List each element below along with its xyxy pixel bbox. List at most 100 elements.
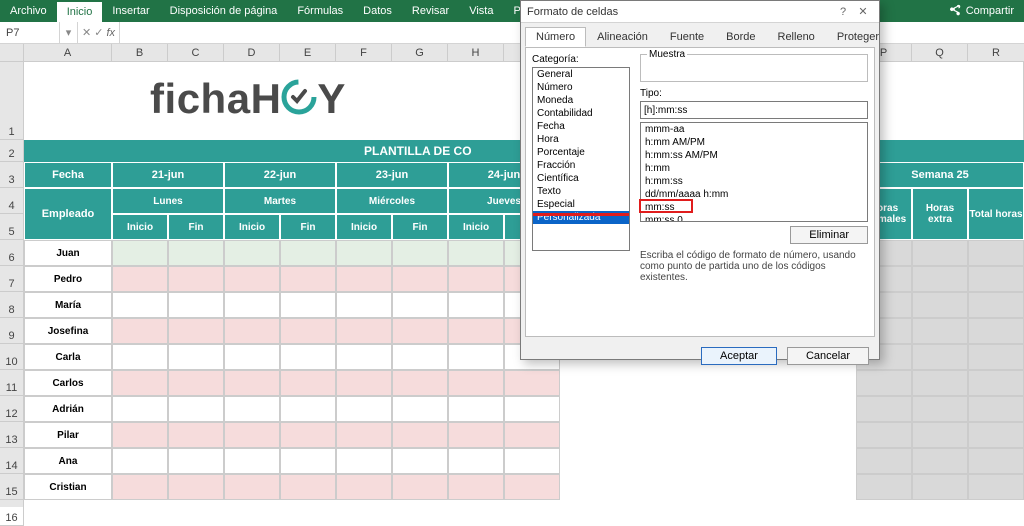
time-cell[interactable]: [448, 266, 504, 292]
time-cell[interactable]: [280, 318, 336, 344]
col-F[interactable]: F: [336, 44, 392, 61]
time-cell[interactable]: [336, 240, 392, 266]
type-item[interactable]: mmm-aa: [641, 123, 867, 136]
time-cell[interactable]: [392, 318, 448, 344]
col-D[interactable]: D: [224, 44, 280, 61]
time-cell[interactable]: [448, 396, 504, 422]
horas-extra-cell[interactable]: [912, 266, 968, 292]
time-cell[interactable]: [112, 370, 168, 396]
time-cell[interactable]: [280, 266, 336, 292]
time-cell[interactable]: [448, 422, 504, 448]
time-cell[interactable]: [280, 240, 336, 266]
col-B[interactable]: B: [112, 44, 168, 61]
tab-disposicion[interactable]: Disposición de página: [160, 0, 288, 22]
tab-inicio[interactable]: Inicio: [57, 0, 103, 22]
cat-especial[interactable]: Especial: [533, 198, 629, 211]
total-horas-cell[interactable]: [968, 240, 1024, 266]
time-cell[interactable]: [336, 370, 392, 396]
time-cell[interactable]: [112, 474, 168, 500]
type-item[interactable]: dd/mm/aaaa h:mm: [641, 188, 867, 201]
type-list[interactable]: mmm-aa h:mm AM/PM h:mm:ss AM/PM h:mm h:m…: [640, 122, 868, 222]
time-cell[interactable]: [224, 422, 280, 448]
horas-extra-cell[interactable]: [912, 422, 968, 448]
time-cell[interactable]: [280, 448, 336, 474]
time-cell[interactable]: [168, 396, 224, 422]
tab-archivo[interactable]: Archivo: [0, 0, 57, 22]
time-cell[interactable]: [392, 448, 448, 474]
time-cell[interactable]: [112, 266, 168, 292]
horas-normales-cell[interactable]: [856, 422, 912, 448]
cat-fecha[interactable]: Fecha: [533, 120, 629, 133]
time-cell[interactable]: [168, 240, 224, 266]
tab-relleno[interactable]: Relleno: [767, 27, 826, 47]
accept-fx-icon[interactable]: ✓: [94, 26, 103, 39]
time-cell[interactable]: [336, 422, 392, 448]
time-cell[interactable]: [392, 370, 448, 396]
time-cell[interactable]: [112, 240, 168, 266]
time-cell[interactable]: [168, 292, 224, 318]
time-cell[interactable]: [336, 292, 392, 318]
time-cell[interactable]: [392, 422, 448, 448]
time-cell[interactable]: [168, 422, 224, 448]
time-cell[interactable]: [392, 474, 448, 500]
cat-hora[interactable]: Hora: [533, 133, 629, 146]
horas-normales-cell[interactable]: [856, 474, 912, 500]
total-horas-cell[interactable]: [968, 292, 1024, 318]
time-cell[interactable]: [224, 344, 280, 370]
name-box[interactable]: P7: [0, 22, 60, 43]
row-10[interactable]: 10: [0, 344, 24, 370]
time-cell[interactable]: [392, 240, 448, 266]
cat-general[interactable]: General: [533, 68, 629, 81]
time-cell[interactable]: [448, 370, 504, 396]
time-cell[interactable]: [280, 292, 336, 318]
time-cell[interactable]: [112, 396, 168, 422]
horas-normales-cell[interactable]: [856, 448, 912, 474]
time-cell[interactable]: [168, 448, 224, 474]
time-cell[interactable]: [392, 344, 448, 370]
time-cell[interactable]: [504, 370, 560, 396]
row-4[interactable]: 4: [0, 188, 24, 214]
col-Q[interactable]: Q: [912, 44, 968, 61]
cat-numero[interactable]: Número: [533, 81, 629, 94]
tab-numero[interactable]: Número: [525, 27, 586, 47]
tab-borde[interactable]: Borde: [715, 27, 766, 47]
horas-extra-cell[interactable]: [912, 344, 968, 370]
time-cell[interactable]: [280, 474, 336, 500]
type-item[interactable]: mm:ss,0: [641, 214, 867, 222]
total-horas-cell[interactable]: [968, 474, 1024, 500]
horas-extra-cell[interactable]: [912, 370, 968, 396]
time-cell[interactable]: [224, 292, 280, 318]
tipo-input[interactable]: [640, 101, 868, 119]
close-icon[interactable]: ✕: [853, 5, 873, 18]
time-cell[interactable]: [112, 318, 168, 344]
time-cell[interactable]: [112, 448, 168, 474]
time-cell[interactable]: [392, 396, 448, 422]
type-item[interactable]: h:mm AM/PM: [641, 136, 867, 149]
total-horas-cell[interactable]: [968, 448, 1024, 474]
time-cell[interactable]: [168, 266, 224, 292]
row-14[interactable]: 14: [0, 448, 24, 474]
cat-fraccion[interactable]: Fracción: [533, 159, 629, 172]
row-9[interactable]: 9: [0, 318, 24, 344]
cat-moneda[interactable]: Moneda: [533, 94, 629, 107]
type-item[interactable]: h:mm:ss: [641, 175, 867, 188]
share-button[interactable]: Compartir: [938, 0, 1024, 22]
cancel-fx-icon[interactable]: ✕: [82, 26, 91, 39]
time-cell[interactable]: [224, 474, 280, 500]
row-11[interactable]: 11: [0, 370, 24, 396]
time-cell[interactable]: [224, 396, 280, 422]
horas-extra-cell[interactable]: [912, 448, 968, 474]
help-icon[interactable]: ?: [833, 6, 853, 18]
eliminar-button[interactable]: Eliminar: [790, 226, 868, 244]
time-cell[interactable]: [504, 448, 560, 474]
cat-porcentaje[interactable]: Porcentaje: [533, 146, 629, 159]
horas-extra-cell[interactable]: [912, 240, 968, 266]
total-horas-cell[interactable]: [968, 344, 1024, 370]
time-cell[interactable]: [280, 370, 336, 396]
col-A[interactable]: A: [24, 44, 112, 61]
aceptar-button[interactable]: Aceptar: [701, 347, 777, 365]
tab-proteger[interactable]: Proteger: [826, 27, 890, 47]
cancelar-button[interactable]: Cancelar: [787, 347, 869, 365]
total-horas-cell[interactable]: [968, 422, 1024, 448]
time-cell[interactable]: [504, 396, 560, 422]
